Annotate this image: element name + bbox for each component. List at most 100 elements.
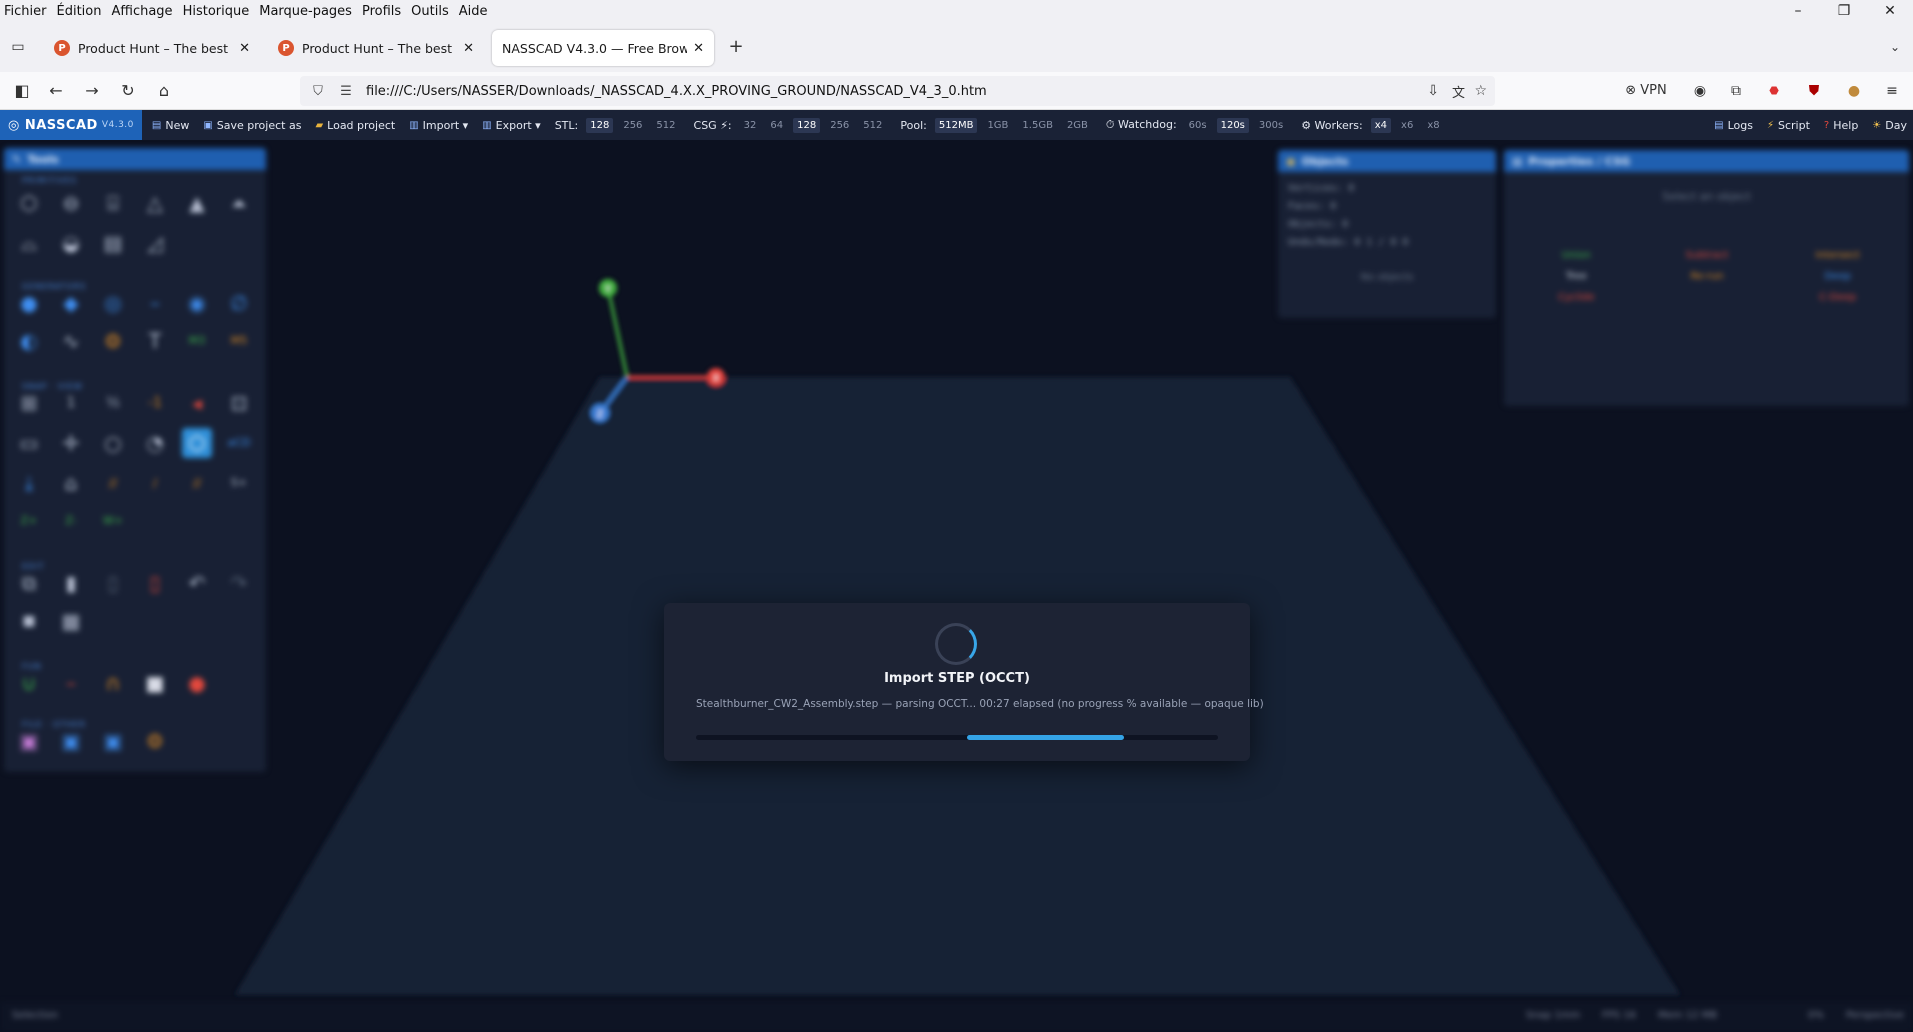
crosshair-icon[interactable]: ✛ xyxy=(56,428,86,458)
page-info-icon[interactable]: ☰ xyxy=(336,84,356,99)
snap-half-icon[interactable]: ½ xyxy=(98,388,128,418)
xcd-icon[interactable]: aCD xyxy=(224,428,254,458)
pool-option-512mb[interactable]: 512MB xyxy=(934,117,978,133)
copy-icon[interactable]: ⧉ xyxy=(14,568,44,598)
rotate-y-icon[interactable]: ∕∕ xyxy=(182,468,212,498)
adblock-icon[interactable]: ⬣ xyxy=(1764,81,1784,101)
ublock-icon[interactable]: ⛊ xyxy=(1804,81,1824,101)
pyramid-icon[interactable]: ▲ xyxy=(182,188,212,218)
text-icon[interactable]: T xyxy=(140,326,170,356)
csg-option-32[interactable]: 32 xyxy=(740,118,761,133)
pool-option-1gb[interactable]: 1GB xyxy=(983,118,1012,133)
z-plus-icon[interactable]: Z+ xyxy=(14,506,44,536)
import-file-icon[interactable]: ▣ xyxy=(56,726,86,756)
dome-icon[interactable]: ◒ xyxy=(56,228,86,258)
select-icon[interactable]: ■ xyxy=(14,606,44,636)
torus-icon[interactable]: ● xyxy=(14,288,44,318)
menu-fichier[interactable]: Fichier xyxy=(0,4,53,19)
spring-icon[interactable]: ∅ xyxy=(224,288,254,318)
tube-icon[interactable]: ▤ xyxy=(98,228,128,258)
download-icon[interactable]: ⇩ xyxy=(1427,83,1439,99)
circle-icon[interactable]: ○ xyxy=(98,428,128,458)
lift-icon[interactable]: ⌂ xyxy=(56,468,86,498)
day-mode-button[interactable]: ☀ Day xyxy=(1872,119,1907,132)
export-file-icon[interactable]: ▣ xyxy=(14,726,44,756)
horseshoe-icon[interactable]: ∩ xyxy=(98,668,128,698)
tab-product-hunt-2[interactable]: P Product Hunt – The best new pr ✕ xyxy=(268,30,484,66)
csg-option-512[interactable]: 512 xyxy=(859,118,886,133)
block-icon[interactable]: ■ xyxy=(140,668,170,698)
workers-option-x8[interactable]: x8 xyxy=(1423,118,1443,133)
url-text[interactable]: file:///C:/Users/NASSER/Downloads/_NASSC… xyxy=(366,84,987,99)
load-project-button[interactable]: ▰ Load project xyxy=(315,119,395,132)
share-icon[interactable]: ▣ xyxy=(98,726,128,756)
eye-icon[interactable]: ◔ xyxy=(140,428,170,458)
disc-icon[interactable]: ◉ xyxy=(182,288,212,318)
rotate-icon[interactable]: ∕∕ xyxy=(98,468,128,498)
paste-icon[interactable]: ▮ xyxy=(56,568,86,598)
pipe-icon[interactable]: ∿ xyxy=(56,326,86,356)
menu-profils[interactable]: Profils xyxy=(358,4,407,19)
minimize-icon[interactable]: – xyxy=(1775,0,1821,22)
forward-arrow-icon[interactable]: → xyxy=(82,81,102,101)
script-button[interactable]: ⚡ Script xyxy=(1767,119,1810,132)
save-project-button[interactable]: ▣ Save project as xyxy=(203,119,301,132)
prism-icon[interactable]: ⏶ xyxy=(224,188,254,218)
window-icon[interactable]: ▭ xyxy=(14,428,44,458)
stl-option-128[interactable]: 128 xyxy=(586,117,614,133)
duplicate-icon[interactable]: ▯ xyxy=(98,568,128,598)
scale-icon[interactable]: S+ xyxy=(224,468,254,498)
export-dropdown[interactable]: ▥ Export ▾ xyxy=(482,119,540,132)
tab-product-hunt-1[interactable]: P Product Hunt – The best new pr ✕ xyxy=(44,30,260,66)
stl-option-256[interactable]: 256 xyxy=(619,118,646,133)
csg-option-64[interactable]: 64 xyxy=(766,118,787,133)
vpn-button[interactable]: ⊗ VPN xyxy=(1622,81,1670,101)
rotate-x-icon[interactable]: ∕ xyxy=(140,468,170,498)
array-icon[interactable]: ◆ xyxy=(56,288,86,318)
csg-rerun-button[interactable]: Re-run xyxy=(1647,271,1768,282)
menu-outils[interactable]: Outils xyxy=(407,4,455,19)
home-icon[interactable]: ⌂ xyxy=(154,81,174,101)
translate-icon[interactable]: 文 xyxy=(1452,82,1465,101)
cone-icon[interactable]: △ xyxy=(140,188,170,218)
logs-button[interactable]: ▤ Logs xyxy=(1714,119,1753,132)
gear-icon[interactable]: ⚙ xyxy=(98,326,128,356)
cube-icon[interactable]: ⬡ xyxy=(14,188,44,218)
settings-gear-icon[interactable]: ⚙ xyxy=(140,726,170,756)
hamburger-menu-icon[interactable]: ≡ xyxy=(1882,81,1902,101)
csg-tree-button[interactable]: Tree xyxy=(1516,271,1637,282)
z-minus-icon[interactable]: Z- xyxy=(56,506,86,536)
watchdog-option-60s[interactable]: 60s xyxy=(1185,118,1211,133)
ball-icon[interactable]: ● xyxy=(182,668,212,698)
mesh-grid-icon[interactable]: ▦ xyxy=(56,606,86,636)
new-button[interactable]: ▤ New xyxy=(152,119,189,132)
pool-option-1-5gb[interactable]: 1.5GB xyxy=(1018,118,1057,133)
cookie-icon[interactable]: ● xyxy=(1844,81,1864,101)
csg-subtract-button[interactable]: Subtract xyxy=(1647,250,1768,261)
new-tab-icon[interactable]: + xyxy=(726,37,746,57)
sphere-icon[interactable]: ⊖ xyxy=(56,188,86,218)
reload-icon[interactable]: ↻ xyxy=(118,81,138,101)
bookmark-star-icon[interactable]: ☆ xyxy=(1474,83,1487,99)
bar-icon[interactable]: – xyxy=(56,668,86,698)
menu-marque-pages[interactable]: Marque-pages xyxy=(255,4,358,19)
half-sphere-icon[interactable]: ◐ xyxy=(14,326,44,356)
snap-1-icon[interactable]: 1 xyxy=(56,388,86,418)
extensions-puzzle-icon[interactable]: ⧉ xyxy=(1726,81,1746,101)
tab-overview-icon[interactable]: ▭ xyxy=(8,37,28,57)
menu-aide[interactable]: Aide xyxy=(455,4,494,19)
wedge-icon[interactable]: ◿ xyxy=(140,228,170,258)
pool-option-2gb[interactable]: 2GB xyxy=(1063,118,1092,133)
account-icon[interactable]: ◉ xyxy=(1690,81,1710,101)
watchdog-option-120s[interactable]: 120s xyxy=(1216,117,1249,133)
ring-icon[interactable]: ◎ xyxy=(98,288,128,318)
address-bar[interactable]: ⛉ ☰ file:///C:/Users/NASSER/Downloads/_N… xyxy=(300,76,1495,106)
import-dropdown[interactable]: ▥ Import ▾ xyxy=(409,119,468,132)
viewport-3d[interactable]: Y X Z ✎ Tools PRIMITIVES ⬡ ⊖ ⌸ △ ▲ ⏶ ⌓ ◒ … xyxy=(0,140,1913,1002)
ground-icon[interactable]: ⤓ xyxy=(14,468,44,498)
close-tab-icon[interactable]: ✕ xyxy=(239,41,250,56)
close-tab-icon[interactable]: ✕ xyxy=(693,41,704,56)
snap-off-icon[interactable]: ◂ xyxy=(182,388,212,418)
menu-affichage[interactable]: Affichage xyxy=(107,4,178,19)
menu-historique[interactable]: Historique xyxy=(179,4,256,19)
